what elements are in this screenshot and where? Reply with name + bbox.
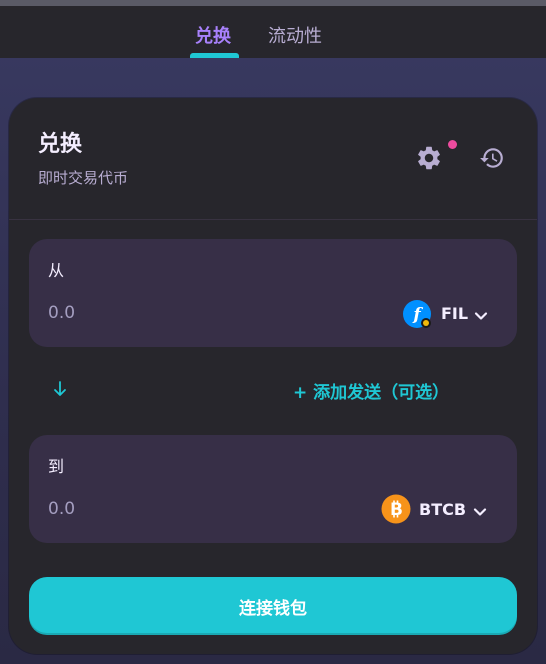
from-token-symbol: FIL [441,304,469,323]
to-token-select[interactable]: B BTCB [381,493,497,525]
from-input-panel: 从 0.0 f FIL [29,239,517,347]
add-send-button[interactable]: + 添加发送（可选） [293,378,449,403]
to-amount-input[interactable]: 0.0 [48,499,75,519]
chevron-down-icon [474,307,488,320]
connect-wallet-button[interactable]: 连接钱包 [29,577,517,635]
swap-card: 兑换 即时交易代币 从 0.0 f FIL + 添加发送（可选） 到 0.0 B… [9,98,537,654]
active-tab-indicator [190,53,239,58]
to-label: 到 [48,457,65,476]
to-input-panel: 到 0.0 B BTCB [29,435,517,543]
tab-liquidity[interactable]: 流动性 [268,22,322,48]
chevron-down-icon [473,503,487,516]
notification-dot [448,140,457,149]
gear-icon[interactable] [415,144,443,172]
svg-text:B: B [390,500,403,520]
tab-swap[interactable]: 兑换 [195,22,231,48]
history-icon[interactable] [479,145,505,171]
from-amount-input[interactable]: 0.0 [48,303,75,323]
page-subtitle: 即时交易代币 [38,169,129,187]
bitcoin-icon: B [381,494,411,524]
tab-bar: 兑换 流动性 [0,6,546,58]
from-label: 从 [48,261,65,280]
card-header: 兑换 即时交易代币 [9,98,537,220]
from-token-select[interactable]: f FIL [402,297,497,329]
filecoin-icon: f [402,299,432,329]
arrow-down-icon[interactable] [52,380,68,398]
page-title: 兑换 [38,132,83,157]
to-token-symbol: BTCB [419,500,467,519]
